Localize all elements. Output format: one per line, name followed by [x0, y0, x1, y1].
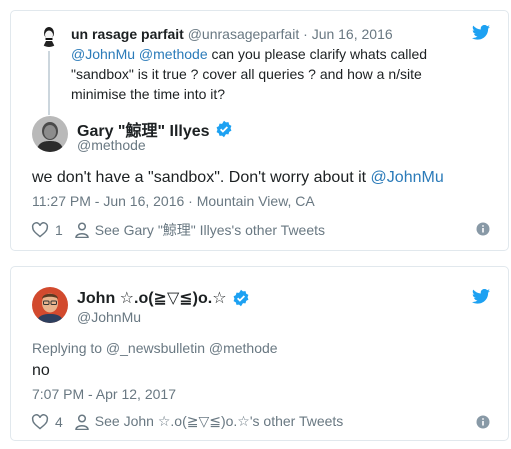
tweet-card-john: John ☆.o(≧▽≦)o.☆ @JohnMu Replying to @_n…: [10, 266, 509, 441]
like-action[interactable]: 4 See John ☆.o(≧▽≦)o.☆'s other Tweets: [31, 413, 343, 430]
tweet-timestamp[interactable]: 7:07 PM - Apr 12, 2017: [32, 386, 176, 402]
verified-badge-icon: [215, 120, 233, 138]
parent-header: un rasage parfait @unrasageparfait · Jun…: [71, 26, 393, 42]
replying-to[interactable]: Replying to @_newsbulletin @methode: [32, 340, 278, 356]
author-handle[interactable]: @JohnMu: [77, 309, 141, 325]
other-tweets-link[interactable]: See John ☆.o(≧▽≦)o.☆'s other Tweets: [95, 413, 344, 430]
tweet-timestamp[interactable]: 11:27 PM - Jun 16, 2016 · Mountain View,…: [32, 193, 315, 209]
parent-author-name[interactable]: un rasage parfait: [71, 26, 184, 42]
tweet-text-body: we don't have a "sandbox". Don't worry a…: [32, 169, 371, 186]
mention-link[interactable]: @JohnMu: [371, 169, 444, 186]
twitter-bird-icon[interactable]: [472, 25, 494, 43]
person-icon: [75, 413, 89, 430]
avatar-gary[interactable]: [32, 116, 68, 152]
author-name[interactable]: John ☆.o(≧▽≦)o.☆: [77, 288, 227, 308]
parent-author-handle[interactable]: @unrasageparfait: [188, 26, 300, 42]
thread-connector: [48, 51, 50, 115]
parent-date[interactable]: Jun 16, 2016: [312, 26, 393, 42]
parent-avatar[interactable]: [38, 25, 60, 47]
parent-tweet-text: @JohnMu @methode can you please clarify …: [71, 44, 471, 104]
info-icon[interactable]: [476, 415, 490, 429]
other-tweets-link[interactable]: See Gary "鯨理" Illyes's other Tweets: [95, 220, 325, 240]
author-name-row: John ☆.o(≧▽≦)o.☆: [77, 288, 250, 308]
avatar-john[interactable]: [32, 287, 68, 323]
mention-link[interactable]: @JohnMu: [71, 46, 135, 62]
like-count: 4: [55, 413, 63, 430]
header-separator: ·: [303, 26, 308, 42]
like-action[interactable]: 1 See Gary "鯨理" Illyes's other Tweets: [31, 220, 325, 240]
heart-icon: [31, 413, 49, 430]
info-icon[interactable]: [476, 222, 490, 236]
heart-icon: [31, 222, 49, 238]
mention-link[interactable]: @methode: [139, 46, 208, 62]
person-icon: [75, 222, 89, 238]
tweet-text: we don't have a "sandbox". Don't worry a…: [32, 169, 444, 187]
twitter-bird-icon[interactable]: [472, 289, 494, 307]
tweet-text: no: [32, 362, 50, 379]
tweet-card-gary: un rasage parfait @unrasageparfait · Jun…: [10, 10, 509, 251]
author-handle[interactable]: @methode: [77, 137, 146, 153]
like-count: 1: [55, 222, 63, 238]
verified-badge-icon: [232, 289, 250, 307]
